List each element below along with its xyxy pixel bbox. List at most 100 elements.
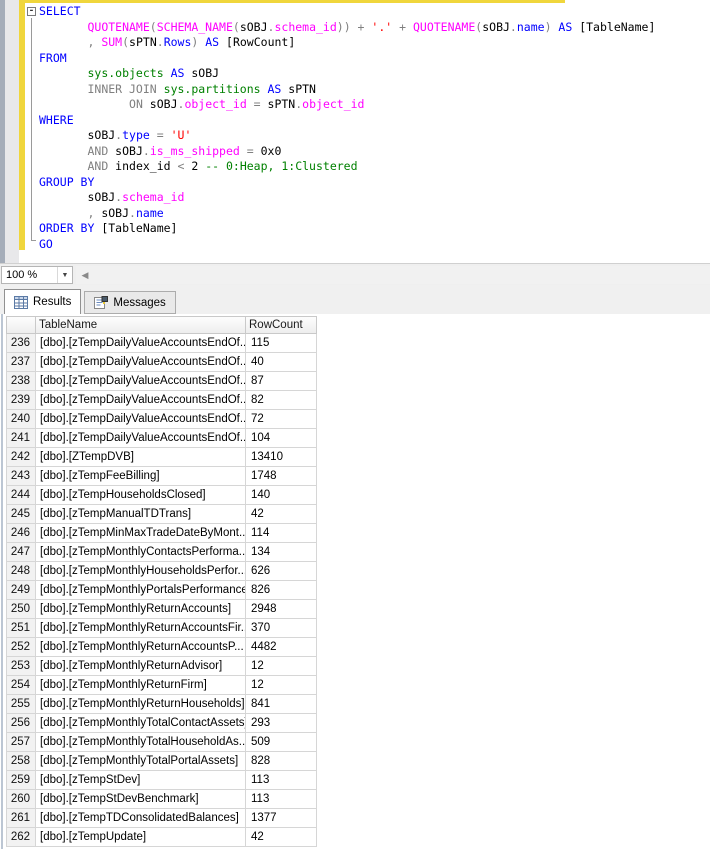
tablename-cell[interactable]: [dbo].[zTempMonthlyReturnAccountsFir... [36,619,246,638]
row-number-cell[interactable]: 236 [6,334,36,353]
row-number-cell[interactable]: 261 [6,809,36,828]
rowcount-cell[interactable]: 509 [246,733,317,752]
rowcount-cell[interactable]: 114 [246,524,317,543]
tablename-cell[interactable]: [dbo].[zTempDailyValueAccountsEndOf... [36,334,246,353]
tab-messages[interactable]: Messages [84,291,176,314]
rowcount-cell[interactable]: 113 [246,790,317,809]
row-number-cell[interactable]: 250 [6,600,36,619]
rowcount-cell[interactable]: 40 [246,353,317,372]
row-number-cell[interactable]: 255 [6,695,36,714]
rowcount-cell[interactable]: 104 [246,429,317,448]
row-number-cell[interactable]: 260 [6,790,36,809]
tablename-cell[interactable]: [dbo].[zTempMonthlyReturnAdvisor] [36,657,246,676]
rowcount-cell[interactable]: 293 [246,714,317,733]
tablename-cell[interactable]: [dbo].[zTempMonthlyReturnAccountsP... [36,638,246,657]
table-row: 255 [dbo].[zTempMonthlyReturnHouseholds] 8… [6,695,317,714]
code-line: QUOTENAME(SCHEMA_NAME(sOBJ.schema_id)) +… [87,19,656,34]
tablename-cell[interactable]: [dbo].[zTempManualTDTrans] [36,505,246,524]
row-number-cell[interactable]: 252 [6,638,36,657]
row-number-cell[interactable]: 258 [6,752,36,771]
tablename-cell[interactable]: [dbo].[zTempMonthlyReturnHouseholds] [36,695,246,714]
code-fold-minus-icon[interactable]: - [27,7,36,16]
tablename-cell[interactable]: [dbo].[zTempStDev] [36,771,246,790]
rowcount-cell[interactable]: 12 [246,676,317,695]
tablename-cell[interactable]: [dbo].[zTempDailyValueAccountsEndOf... [36,372,246,391]
rowcount-cell[interactable]: 82 [246,391,317,410]
table-row: 257 [dbo].[zTempMonthlyTotalHouseholdAs..… [6,733,317,752]
tab-results[interactable]: Results [4,289,82,314]
row-number-cell[interactable]: 254 [6,676,36,695]
tablename-cell[interactable]: [dbo].[zTempMonthlyHouseholdsPerfor... [36,562,246,581]
tablename-cell[interactable]: [dbo].[zTempMinMaxTradeDateByMont... [36,524,246,543]
row-number-cell[interactable]: 237 [6,353,36,372]
rowcount-cell[interactable]: 113 [246,771,317,790]
tablename-cell[interactable]: [dbo].[zTempMonthlyTotalContactAssets] [36,714,246,733]
row-header-corner[interactable] [6,316,36,334]
row-number-cell[interactable]: 244 [6,486,36,505]
rowcount-cell[interactable]: 1748 [246,467,317,486]
tablename-cell[interactable]: [dbo].[zTempFeeBilling] [36,467,246,486]
rowcount-cell[interactable]: 87 [246,372,317,391]
chevron-down-icon[interactable]: ▼ [57,267,72,283]
column-header-tablename[interactable]: TableName [36,316,246,334]
tablename-cell[interactable]: [dbo].[zTempMonthlyPortalsPerformance] [36,581,246,600]
rowcount-cell[interactable]: 4482 [246,638,317,657]
rowcount-cell[interactable]: 42 [246,505,317,524]
row-number-cell[interactable]: 262 [6,828,36,847]
tablename-cell[interactable]: [dbo].[ZTempDVB] [36,448,246,467]
tablename-cell[interactable]: [dbo].[zTempTDConsolidatedBalances] [36,809,246,828]
tablename-cell[interactable]: [dbo].[zTempHouseholdsClosed] [36,486,246,505]
sql-code[interactable]: SELECT QUOTENAME(SCHEMA_NAME(sOBJ.schema… [39,4,710,252]
tablename-cell[interactable]: [dbo].[zTempMonthlyReturnAccounts] [36,600,246,619]
row-number-cell[interactable]: 246 [6,524,36,543]
row-number-cell[interactable]: 249 [6,581,36,600]
editor-selection-margin[interactable] [5,0,19,263]
rowcount-cell[interactable]: 1377 [246,809,317,828]
rowcount-cell[interactable]: 826 [246,581,317,600]
table-row: 247 [dbo].[zTempMonthlyContactsPerforma..… [6,543,317,562]
rowcount-cell[interactable]: 134 [246,543,317,562]
horizontal-scrollbar[interactable]: ◀ [76,266,710,284]
row-number-cell[interactable]: 243 [6,467,36,486]
results-pane-edge [1,314,3,849]
tablename-cell[interactable]: [dbo].[zTempDailyValueAccountsEndOf... [36,410,246,429]
row-number-cell[interactable]: 248 [6,562,36,581]
column-header-rowcount[interactable]: RowCount [246,316,317,334]
row-number-cell[interactable]: 256 [6,714,36,733]
rowcount-cell[interactable]: 12 [246,657,317,676]
rowcount-cell[interactable]: 140 [246,486,317,505]
tablename-cell[interactable]: [dbo].[zTempUpdate] [36,828,246,847]
row-number-cell[interactable]: 251 [6,619,36,638]
row-number-cell[interactable]: 245 [6,505,36,524]
tablename-cell[interactable]: [dbo].[zTempStDevBenchmark] [36,790,246,809]
rowcount-cell[interactable]: 828 [246,752,317,771]
rowcount-cell[interactable]: 42 [246,828,317,847]
tablename-cell[interactable]: [dbo].[zTempDailyValueAccountsEndOf... [36,353,246,372]
tablename-cell[interactable]: [dbo].[zTempMonthlyReturnFirm] [36,676,246,695]
row-number-cell[interactable]: 247 [6,543,36,562]
tablename-cell[interactable]: [dbo].[zTempMonthlyTotalHouseholdAs... [36,733,246,752]
table-row: 251 [dbo].[zTempMonthlyReturnAccountsFir.… [6,619,317,638]
row-number-cell[interactable]: 240 [6,410,36,429]
sql-editor-pane[interactable]: - SELECT QUOTENAME(SCHEMA_NAME(sOBJ.sche… [0,0,710,263]
rowcount-cell[interactable]: 2948 [246,600,317,619]
zoom-level-dropdown[interactable]: 100 % ▼ [1,266,73,284]
tablename-cell[interactable]: [dbo].[zTempDailyValueAccountsEndOf... [36,391,246,410]
row-number-cell[interactable]: 242 [6,448,36,467]
row-number-cell[interactable]: 259 [6,771,36,790]
rowcount-cell[interactable]: 115 [246,334,317,353]
tablename-cell[interactable]: [dbo].[zTempMonthlyTotalPortalAssets] [36,752,246,771]
row-number-cell[interactable]: 238 [6,372,36,391]
tablename-cell[interactable]: [dbo].[zTempMonthlyContactsPerforma... [36,543,246,562]
arrow-left-icon[interactable]: ◀ [78,268,92,282]
row-number-cell[interactable]: 253 [6,657,36,676]
tablename-cell[interactable]: [dbo].[zTempDailyValueAccountsEndOf... [36,429,246,448]
row-number-cell[interactable]: 239 [6,391,36,410]
rowcount-cell[interactable]: 841 [246,695,317,714]
rowcount-cell[interactable]: 370 [246,619,317,638]
row-number-cell[interactable]: 241 [6,429,36,448]
row-number-cell[interactable]: 257 [6,733,36,752]
rowcount-cell[interactable]: 72 [246,410,317,429]
rowcount-cell[interactable]: 626 [246,562,317,581]
rowcount-cell[interactable]: 13410 [246,448,317,467]
